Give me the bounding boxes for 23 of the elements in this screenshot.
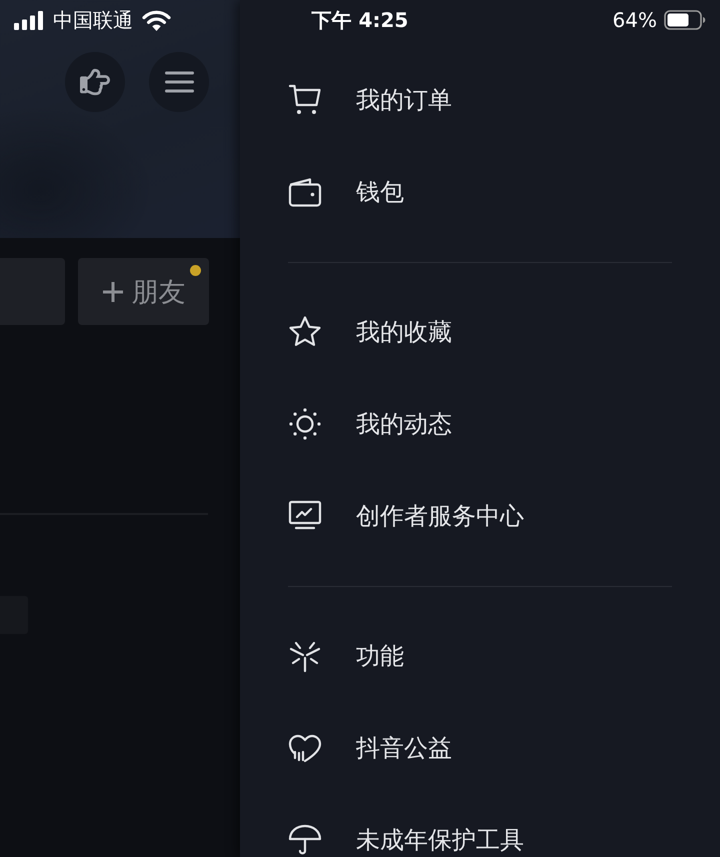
carrier-name: 中国联通: [53, 8, 133, 32]
menu-icon: [164, 71, 194, 93]
signal-icon: [14, 10, 44, 30]
star-icon: [288, 315, 322, 349]
clock-time: 下午 4:25: [312, 8, 408, 32]
hand-pointing-icon: [80, 67, 110, 97]
add-friend-button[interactable]: 朋友: [78, 258, 209, 325]
menu-item[interactable]: 功能: [288, 639, 404, 673]
menu-item[interactable]: 未成年保护工具: [288, 823, 524, 857]
plus-icon: [102, 280, 124, 302]
menu-item[interactable]: 我的收藏: [288, 315, 452, 349]
wifi-icon: [142, 10, 171, 30]
menu-item[interactable]: 我的动态: [288, 407, 452, 441]
battery-icon: [664, 10, 706, 30]
sun-icon: [288, 407, 322, 441]
battery-percent: 64%: [612, 8, 657, 32]
menu-item[interactable]: 抖音公益: [288, 731, 452, 765]
burst-icon: [288, 639, 322, 673]
umbrella-icon: [288, 823, 322, 857]
menu-item[interactable]: 我的订单: [288, 83, 452, 117]
cart-icon: [288, 83, 322, 117]
menu-item[interactable]: 创作者服务中心: [288, 499, 524, 533]
menu-item[interactable]: 钱包: [288, 175, 404, 209]
